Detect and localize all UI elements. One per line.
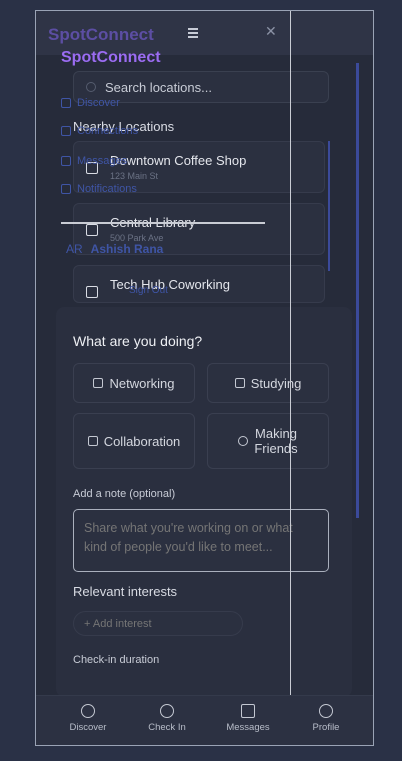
app-brand: SpotConnect	[48, 25, 154, 44]
nav-divider	[61, 222, 265, 224]
interest-input[interactable]	[73, 611, 243, 636]
tab-discover[interactable]: Discover	[56, 704, 120, 733]
user-name: Ashish Rana	[90, 242, 164, 256]
search-input[interactable]	[105, 79, 305, 95]
message-icon	[241, 704, 255, 718]
book-icon	[86, 224, 98, 236]
duration-label: Check-in duration	[73, 654, 160, 666]
menu-icon[interactable]	[188, 28, 198, 38]
tab-check-in[interactable]: Check In	[135, 704, 199, 733]
message-icon	[61, 156, 71, 166]
option-studying[interactable]: Studying	[207, 363, 329, 403]
building-icon	[86, 286, 98, 298]
activity-title: What are you doing?	[73, 333, 203, 349]
option-collaboration[interactable]: Collaboration	[73, 413, 195, 469]
location-item[interactable]: Tech Hub Coworking	[73, 265, 325, 303]
people-icon	[93, 378, 104, 388]
scrollbar[interactable]	[356, 63, 359, 518]
tab-messages[interactable]: Messages	[216, 704, 280, 733]
user-info: AR Ashish Rana	[66, 242, 163, 256]
option-making-friends[interactable]: Making Friends	[207, 413, 329, 469]
nav-item-connections[interactable]: Connections	[61, 125, 138, 137]
location-name: Downtown Coffee Shop	[110, 153, 247, 168]
interests-label: Relevant interests	[73, 584, 178, 599]
close-icon[interactable]: ✕	[265, 23, 277, 40]
list-scrollbar[interactable]	[328, 141, 330, 271]
location-name: Tech Hub Coworking	[110, 277, 230, 292]
smile-icon	[238, 436, 248, 446]
compass-icon	[61, 98, 71, 108]
panel-divider	[290, 11, 291, 745]
compass-icon	[81, 704, 95, 718]
location-address: 123 Main St	[110, 171, 159, 181]
option-networking[interactable]: Networking	[73, 363, 195, 403]
sign-out-link[interactable]: Sign Out	[129, 285, 168, 296]
nav-item-discover[interactable]: Discover	[61, 97, 120, 109]
people-icon	[61, 126, 71, 136]
people-icon	[87, 436, 98, 446]
avatar: AR	[66, 242, 83, 256]
nav-item-notifications[interactable]: Notifications	[61, 183, 137, 195]
tab-profile[interactable]: Profile	[294, 704, 358, 733]
app-frame: SpotConnect ✕ Nearby Locations Downtown …	[35, 10, 374, 746]
search-icon	[86, 82, 96, 92]
nav-item-messages[interactable]: Messages	[61, 155, 127, 167]
bell-icon	[61, 184, 71, 194]
pin-icon	[160, 704, 174, 718]
side-nav-brand: SpotConnect	[61, 49, 161, 66]
note-label: Add a note (optional)	[73, 488, 176, 500]
book-icon	[234, 378, 245, 388]
user-icon	[319, 704, 333, 718]
bottom-nav: Discover Check In Messages Profile	[36, 695, 373, 745]
